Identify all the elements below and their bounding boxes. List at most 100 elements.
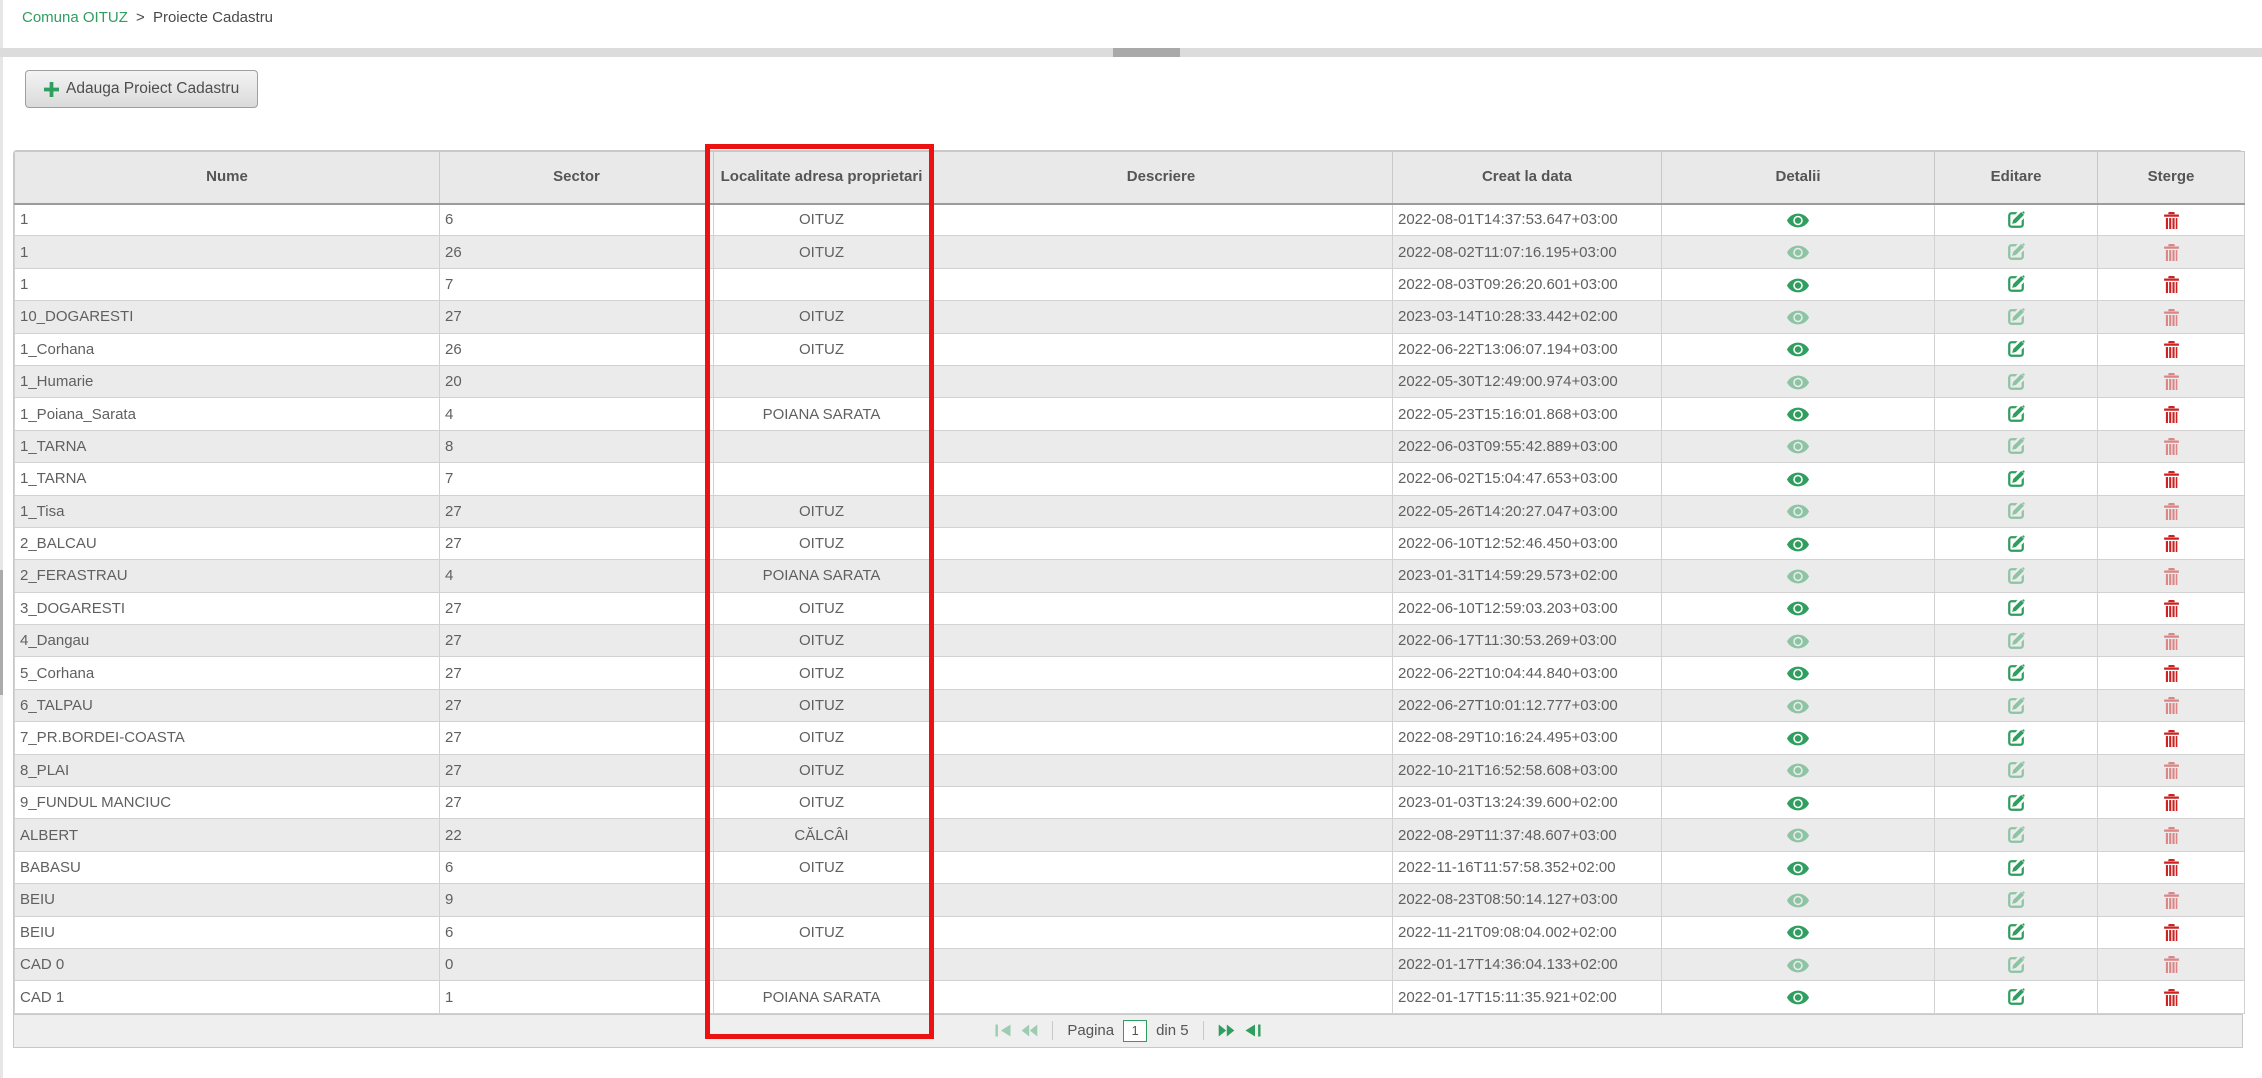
delete-button[interactable] — [2098, 495, 2245, 527]
details-button[interactable] — [1662, 527, 1935, 559]
details-button[interactable] — [1662, 365, 1935, 397]
page-number-input[interactable] — [1123, 1020, 1147, 1042]
left-scrollbar-thumb[interactable] — [0, 570, 3, 695]
edit-button[interactable] — [1935, 722, 2098, 754]
delete-button[interactable] — [2098, 625, 2245, 657]
details-button[interactable] — [1662, 268, 1935, 300]
edit-button[interactable] — [1935, 981, 2098, 1013]
details-button[interactable] — [1662, 689, 1935, 721]
column-header-detalii[interactable]: Detalii — [1662, 152, 1935, 204]
edit-button[interactable] — [1935, 689, 2098, 721]
delete-button[interactable] — [2098, 560, 2245, 592]
column-header-editare[interactable]: Editare — [1935, 152, 2098, 204]
details-button[interactable] — [1662, 819, 1935, 851]
edit-icon — [2007, 697, 2025, 715]
details-button[interactable] — [1662, 981, 1935, 1013]
column-header-sector[interactable]: Sector — [440, 152, 714, 204]
details-button[interactable] — [1662, 236, 1935, 268]
column-header-localitate[interactable]: Localitate adresa proprietari — [714, 152, 930, 204]
eye-icon — [1787, 278, 1809, 293]
details-button[interactable] — [1662, 560, 1935, 592]
column-header-sterge[interactable]: Sterge — [2098, 152, 2245, 204]
last-page-button[interactable] — [1244, 1024, 1261, 1037]
column-header-creat-la-data[interactable]: Creat la data — [1393, 152, 1662, 204]
cell-sector: 27 — [440, 625, 714, 657]
details-button[interactable] — [1662, 851, 1935, 883]
delete-button[interactable] — [2098, 527, 2245, 559]
delete-button[interactable] — [2098, 689, 2245, 721]
previous-page-button[interactable] — [1021, 1024, 1038, 1037]
delete-button[interactable] — [2098, 948, 2245, 980]
delete-button[interactable] — [2098, 204, 2245, 236]
delete-button[interactable] — [2098, 819, 2245, 851]
details-button[interactable] — [1662, 301, 1935, 333]
details-button[interactable] — [1662, 592, 1935, 624]
details-button[interactable] — [1662, 204, 1935, 236]
left-scrollbar-track[interactable] — [0, 0, 3, 1078]
details-button[interactable] — [1662, 754, 1935, 786]
delete-button[interactable] — [2098, 722, 2245, 754]
delete-button[interactable] — [2098, 463, 2245, 495]
edit-button[interactable] — [1935, 527, 2098, 559]
edit-button[interactable] — [1935, 851, 2098, 883]
details-button[interactable] — [1662, 463, 1935, 495]
delete-button[interactable] — [2098, 398, 2245, 430]
first-page-button[interactable] — [995, 1024, 1012, 1037]
details-button[interactable] — [1662, 916, 1935, 948]
delete-button[interactable] — [2098, 884, 2245, 916]
edit-button[interactable] — [1935, 301, 2098, 333]
horizontal-scrollbar-track[interactable] — [0, 48, 2262, 57]
edit-button[interactable] — [1935, 365, 2098, 397]
edit-button[interactable] — [1935, 948, 2098, 980]
details-button[interactable] — [1662, 722, 1935, 754]
horizontal-scrollbar-thumb[interactable] — [1113, 48, 1180, 57]
delete-button[interactable] — [2098, 592, 2245, 624]
delete-button[interactable] — [2098, 754, 2245, 786]
delete-button[interactable] — [2098, 430, 2245, 462]
edit-button[interactable] — [1935, 884, 2098, 916]
delete-button[interactable] — [2098, 916, 2245, 948]
edit-button[interactable] — [1935, 398, 2098, 430]
details-button[interactable] — [1662, 495, 1935, 527]
delete-button[interactable] — [2098, 301, 2245, 333]
details-button[interactable] — [1662, 430, 1935, 462]
delete-button[interactable] — [2098, 657, 2245, 689]
cell-localitate: OITUZ — [714, 236, 930, 268]
edit-button[interactable] — [1935, 236, 2098, 268]
edit-button[interactable] — [1935, 625, 2098, 657]
column-header-descriere[interactable]: Descriere — [930, 152, 1393, 204]
edit-button[interactable] — [1935, 916, 2098, 948]
details-button[interactable] — [1662, 884, 1935, 916]
details-button[interactable] — [1662, 333, 1935, 365]
edit-button[interactable] — [1935, 268, 2098, 300]
details-button[interactable] — [1662, 625, 1935, 657]
delete-button[interactable] — [2098, 851, 2245, 883]
delete-button[interactable] — [2098, 365, 2245, 397]
edit-button[interactable] — [1935, 819, 2098, 851]
edit-button[interactable] — [1935, 463, 2098, 495]
delete-button[interactable] — [2098, 787, 2245, 819]
trash-icon — [2164, 665, 2179, 682]
details-button[interactable] — [1662, 398, 1935, 430]
next-page-button[interactable] — [1218, 1024, 1235, 1037]
edit-button[interactable] — [1935, 754, 2098, 786]
edit-button[interactable] — [1935, 657, 2098, 689]
details-button[interactable] — [1662, 787, 1935, 819]
edit-button[interactable] — [1935, 430, 2098, 462]
edit-button[interactable] — [1935, 333, 2098, 365]
details-button[interactable] — [1662, 657, 1935, 689]
edit-button[interactable] — [1935, 204, 2098, 236]
delete-button[interactable] — [2098, 981, 2245, 1013]
delete-button[interactable] — [2098, 236, 2245, 268]
column-header-nume[interactable]: Nume — [15, 152, 440, 204]
edit-button[interactable] — [1935, 495, 2098, 527]
delete-button[interactable] — [2098, 268, 2245, 300]
breadcrumb-link-comuna[interactable]: Comuna OITUZ — [22, 9, 128, 26]
details-button[interactable] — [1662, 948, 1935, 980]
edit-button[interactable] — [1935, 592, 2098, 624]
add-project-button[interactable]: Adauga Proiect Cadastru — [25, 70, 258, 108]
edit-button[interactable] — [1935, 787, 2098, 819]
edit-button[interactable] — [1935, 560, 2098, 592]
cell-creat-la-data: 2022-10-21T16:52:58.608+03:00 — [1393, 754, 1662, 786]
delete-button[interactable] — [2098, 333, 2245, 365]
